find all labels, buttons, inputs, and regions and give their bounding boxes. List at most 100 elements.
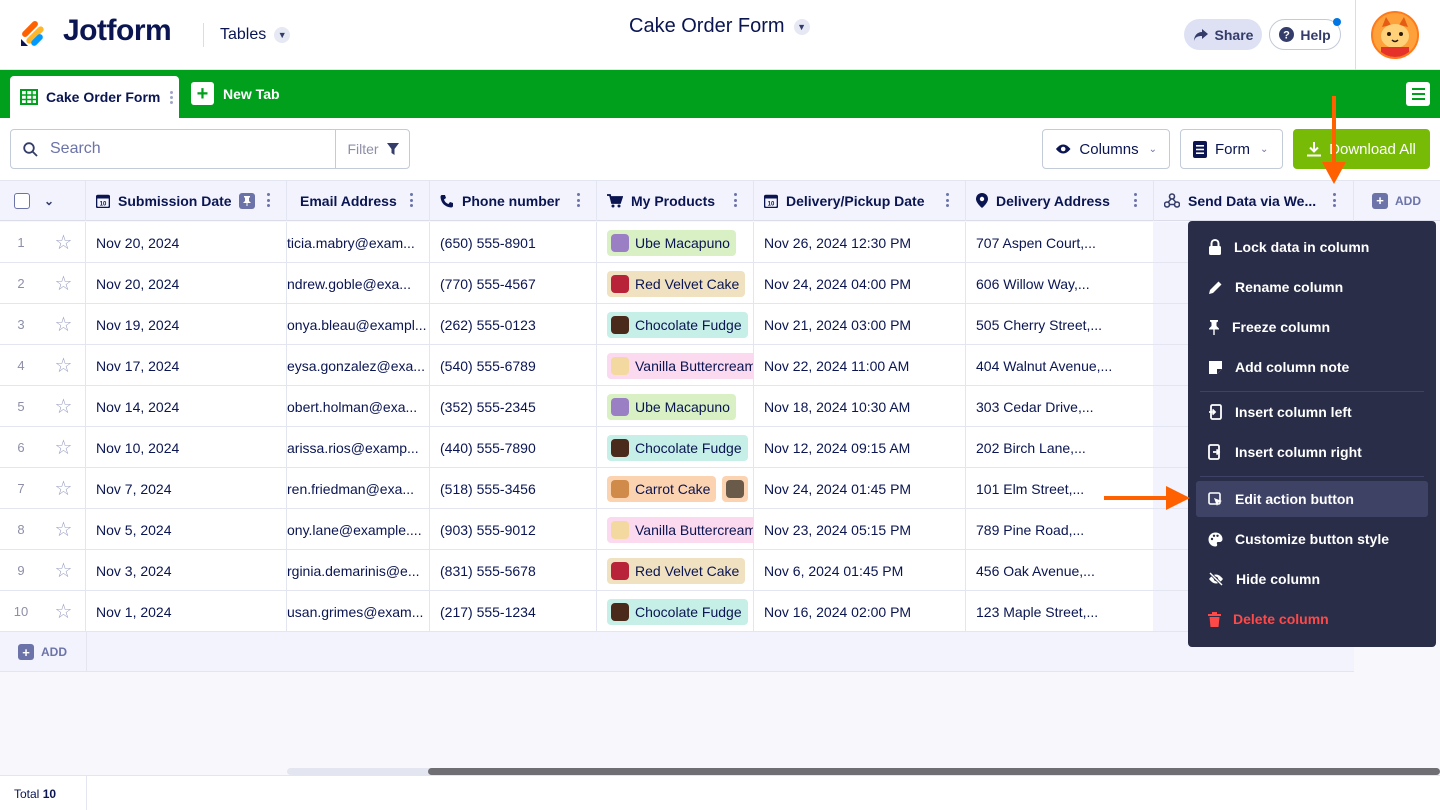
date-cell[interactable]: Nov 10, 2024 bbox=[86, 427, 287, 468]
address-cell[interactable]: 707 Aspen Court,... bbox=[966, 222, 1154, 263]
column-options-icon[interactable] bbox=[266, 193, 270, 207]
star-icon[interactable]: ☆ bbox=[42, 591, 86, 632]
address-cell[interactable]: 123 Maple Street,... bbox=[966, 591, 1154, 632]
tab-cake-order-form[interactable]: Cake Order Form bbox=[10, 76, 179, 118]
address-cell[interactable]: 789 Pine Road,... bbox=[966, 509, 1154, 550]
menu-item-edit-action-button[interactable]: Edit action button bbox=[1196, 481, 1428, 517]
star-icon[interactable]: ☆ bbox=[42, 427, 86, 468]
star-icon[interactable]: ☆ bbox=[42, 345, 86, 386]
date-cell[interactable]: Nov 1, 2024 bbox=[86, 591, 287, 632]
menu-item-insert-column-left[interactable]: Insert column left bbox=[1196, 394, 1428, 430]
phone-cell[interactable]: (831) 555-5678 bbox=[430, 550, 597, 591]
scrollbar-thumb[interactable] bbox=[428, 768, 1440, 775]
product-cell[interactable]: Chocolate Fudge bbox=[597, 591, 754, 632]
menu-item-hide-column[interactable]: Hide column bbox=[1196, 561, 1428, 597]
delivery-cell[interactable]: Nov 6, 2024 01:45 PM bbox=[754, 550, 966, 591]
delivery-cell[interactable]: Nov 18, 2024 10:30 AM bbox=[754, 386, 966, 427]
product-cell[interactable]: Chocolate Fudge bbox=[597, 427, 754, 468]
star-icon[interactable]: ☆ bbox=[42, 509, 86, 550]
email-cell[interactable]: ndrew.goble@exa... bbox=[287, 263, 430, 304]
delivery-cell[interactable]: Nov 23, 2024 05:15 PM bbox=[754, 509, 966, 550]
menu-item-freeze-column[interactable]: Freeze column bbox=[1196, 309, 1428, 345]
product-cell[interactable]: Red Velvet Cake bbox=[597, 263, 754, 304]
table-row[interactable]: 5 ☆ Nov 14, 2024 obert.holman@exa... (352) 5… bbox=[0, 386, 1154, 427]
email-cell[interactable]: rginia.demarinis@e... bbox=[287, 550, 430, 591]
phone-cell[interactable]: (217) 555-1234 bbox=[430, 591, 597, 632]
star-icon[interactable]: ☆ bbox=[42, 304, 86, 345]
product-cell[interactable]: Red Velvet Cake bbox=[597, 550, 754, 591]
menu-item-rename-column[interactable]: Rename column bbox=[1196, 269, 1428, 305]
address-cell[interactable]: 456 Oak Avenue,... bbox=[966, 550, 1154, 591]
table-row[interactable]: 10 ☆ Nov 1, 2024 usan.grimes@exam... (217) 5… bbox=[0, 591, 1154, 632]
column-options-icon[interactable] bbox=[733, 193, 737, 207]
table-row[interactable]: 3 ☆ Nov 19, 2024 onya.bleau@exampl... (262) … bbox=[0, 304, 1154, 345]
jotform-logo-icon[interactable] bbox=[18, 17, 50, 49]
phone-cell[interactable]: (262) 555-0123 bbox=[430, 304, 597, 345]
product-cell[interactable]: Vanilla Buttercream bbox=[597, 509, 754, 550]
star-icon[interactable]: ☆ bbox=[42, 263, 86, 304]
help-button[interactable]: ? Help bbox=[1269, 19, 1341, 50]
column-options-icon[interactable] bbox=[576, 193, 580, 207]
phone-cell[interactable]: (650) 555-8901 bbox=[430, 222, 597, 263]
avatar[interactable] bbox=[1371, 11, 1419, 59]
column-options-icon[interactable] bbox=[1133, 193, 1137, 207]
delivery-cell[interactable]: Nov 16, 2024 02:00 PM bbox=[754, 591, 966, 632]
date-cell[interactable]: Nov 5, 2024 bbox=[86, 509, 287, 550]
address-cell[interactable]: 404 Walnut Avenue,... bbox=[966, 345, 1154, 386]
phone-cell[interactable]: (518) 555-3456 bbox=[430, 468, 597, 509]
email-cell[interactable]: arissa.rios@examp... bbox=[287, 427, 430, 468]
table-row[interactable]: 9 ☆ Nov 3, 2024 rginia.demarinis@e... (831) … bbox=[0, 550, 1154, 591]
star-icon[interactable]: ☆ bbox=[42, 222, 86, 263]
menu-item-add-column-note[interactable]: Add column note bbox=[1196, 349, 1428, 385]
column-options-icon[interactable] bbox=[409, 193, 413, 207]
delivery-cell[interactable]: Nov 24, 2024 04:00 PM bbox=[754, 263, 966, 304]
column-options-icon[interactable] bbox=[1332, 193, 1336, 207]
column-header-submission-date[interactable]: 10 Submission Date bbox=[86, 180, 287, 221]
product-cell[interactable]: Chocolate Fudge bbox=[597, 304, 754, 345]
delivery-cell[interactable]: Nov 12, 2024 09:15 AM bbox=[754, 427, 966, 468]
date-cell[interactable]: Nov 20, 2024 bbox=[86, 222, 287, 263]
product-cell[interactable]: Ube Macapuno bbox=[597, 222, 754, 263]
delivery-cell[interactable]: Nov 21, 2024 03:00 PM bbox=[754, 304, 966, 345]
column-header-delivery-address[interactable]: Delivery Address bbox=[966, 180, 1154, 221]
menu-item-delete-column[interactable]: Delete column bbox=[1196, 601, 1428, 637]
add-row-button[interactable]: + ADD bbox=[18, 644, 67, 660]
menu-item-lock-data[interactable]: Lock data in column bbox=[1196, 229, 1428, 265]
table-row[interactable]: 6 ☆ Nov 10, 2024 arissa.rios@examp... (440) … bbox=[0, 427, 1154, 468]
product-cell[interactable]: Ube Macapuno bbox=[597, 386, 754, 427]
date-cell[interactable]: Nov 7, 2024 bbox=[86, 468, 287, 509]
address-cell[interactable]: 505 Cherry Street,... bbox=[966, 304, 1154, 345]
address-cell[interactable]: 101 Elm Street,... bbox=[966, 468, 1154, 509]
address-cell[interactable]: 202 Birch Lane,... bbox=[966, 427, 1154, 468]
column-options-icon[interactable] bbox=[945, 193, 949, 207]
share-button[interactable]: Share bbox=[1184, 19, 1262, 50]
date-cell[interactable]: Nov 19, 2024 bbox=[86, 304, 287, 345]
phone-cell[interactable]: (540) 555-6789 bbox=[430, 345, 597, 386]
address-cell[interactable]: 303 Cedar Drive,... bbox=[966, 386, 1154, 427]
date-cell[interactable]: Nov 14, 2024 bbox=[86, 386, 287, 427]
email-cell[interactable]: ren.friedman@exa... bbox=[287, 468, 430, 509]
menu-item-customize-button-style[interactable]: Customize button style bbox=[1196, 521, 1428, 557]
phone-cell[interactable]: (440) 555-7890 bbox=[430, 427, 597, 468]
star-icon[interactable]: ☆ bbox=[42, 386, 86, 427]
tab-options-icon[interactable] bbox=[170, 90, 174, 104]
date-cell[interactable]: Nov 3, 2024 bbox=[86, 550, 287, 591]
column-header-phone-number[interactable]: Phone number bbox=[430, 180, 597, 221]
column-header-delivery-pickup-date[interactable]: 10 Delivery/Pickup Date bbox=[754, 180, 966, 221]
download-all-button[interactable]: Download All bbox=[1293, 129, 1430, 169]
form-button[interactable]: Form ⌄ bbox=[1180, 129, 1283, 169]
email-cell[interactable]: ticia.mabry@exam... bbox=[287, 222, 430, 263]
delivery-cell[interactable]: Nov 24, 2024 01:45 PM bbox=[754, 468, 966, 509]
email-cell[interactable]: onya.bleau@exampl... bbox=[287, 304, 430, 345]
star-icon[interactable]: ☆ bbox=[42, 468, 86, 509]
new-tab-button[interactable]: + New Tab bbox=[191, 82, 280, 105]
delivery-cell[interactable]: Nov 26, 2024 12:30 PM bbox=[754, 222, 966, 263]
phone-cell[interactable]: (352) 555-2345 bbox=[430, 386, 597, 427]
phone-cell[interactable]: (903) 555-9012 bbox=[430, 509, 597, 550]
product-cell[interactable]: Vanilla Buttercream bbox=[597, 345, 754, 386]
table-row[interactable]: 1 ☆ Nov 20, 2024 ticia.mabry@exam... (650) 5… bbox=[0, 222, 1154, 263]
hamburger-menu-icon[interactable] bbox=[1406, 82, 1430, 106]
page-title-dropdown[interactable]: Cake Order Form ▼ bbox=[629, 15, 810, 38]
email-cell[interactable]: usan.grimes@exam... bbox=[287, 591, 430, 632]
menu-item-insert-column-right[interactable]: Insert column right bbox=[1196, 434, 1428, 470]
